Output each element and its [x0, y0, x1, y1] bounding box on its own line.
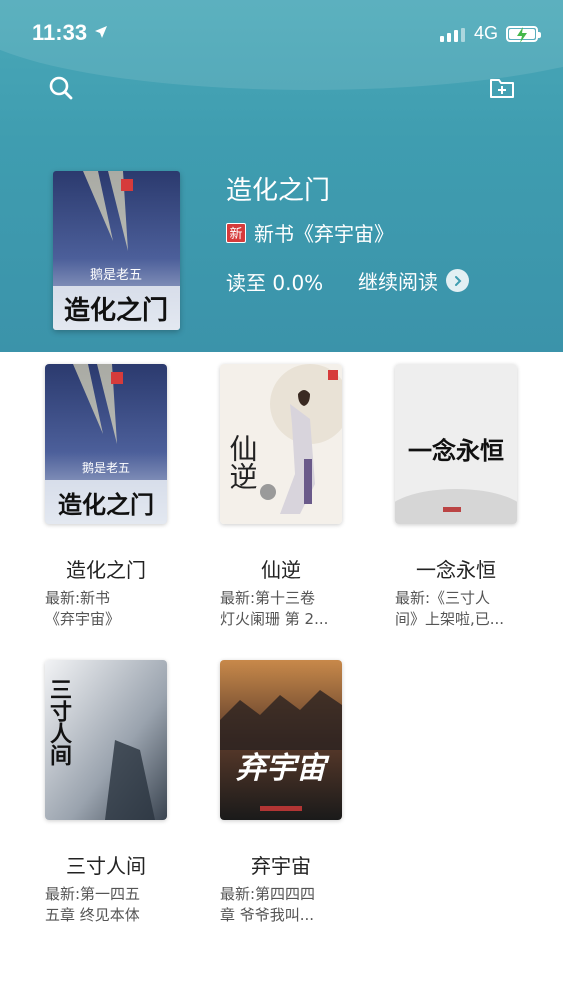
latest-line-1: 最新:新书 — [45, 589, 111, 607]
hero-cover-title: 造化之门 — [64, 295, 168, 326]
hero-book-cover[interactable]: 鹅是老五 造化之门 — [53, 171, 180, 330]
status-bar: 11:33 4G — [0, 0, 563, 66]
book-title: 造化之门 — [66, 558, 146, 582]
header: 11:33 4G 鹅是老五 造化之门 造化之门 新 新书《弃宇宙》 读至 0.0… — [0, 0, 563, 352]
battery-charging-icon — [506, 26, 541, 43]
book-latest: 最新:第四四四 章 爷爷我叫... — [220, 884, 342, 926]
book-cover[interactable]: 仙逆 — [220, 364, 342, 524]
cover-text: 造化之门 — [58, 490, 154, 519]
book-cover[interactable]: 鹅是老五 造化之门 — [45, 364, 167, 524]
latest-line-2: 灯火阑珊 第 2... — [220, 610, 329, 628]
latest-line-2: 章 爷爷我叫... — [220, 906, 315, 924]
new-book-text: 新书《弃宇宙》 — [254, 222, 394, 246]
cover-text: 一念永恒 — [408, 436, 504, 465]
book-title: 一念永恒 — [416, 558, 496, 582]
book-cover[interactable]: 弃宇宙 — [220, 660, 342, 820]
latest-line-1: 最新:《三寸人 — [395, 589, 491, 607]
new-badge: 新 — [226, 222, 246, 243]
latest-line-2: 《弃宇宙》 — [45, 610, 121, 628]
latest-line-1: 最新:第十三卷 — [220, 589, 316, 607]
book-title: 弃宇宙 — [251, 854, 311, 878]
continue-reading-button[interactable]: 继续阅读 — [358, 266, 469, 295]
book-cover[interactable]: 三寸人间 — [45, 660, 167, 820]
latest-line-2: 五章 终见本体 — [45, 906, 140, 924]
cover-text: 三寸人间 — [46, 678, 72, 767]
hero-cover-author: 鹅是老五 — [90, 267, 142, 283]
folder-add-icon — [490, 79, 514, 98]
status-time: 11:33 — [32, 20, 88, 45]
search-button[interactable] — [45, 72, 77, 104]
book-latest: 最新:新书 《弃宇宙》 — [45, 588, 167, 630]
continue-reading-label: 继续阅读 — [358, 270, 438, 294]
signal-icon — [440, 28, 465, 42]
hero-new-book[interactable]: 新 新书《弃宇宙》 — [226, 218, 394, 247]
latest-line-1: 最新:第四四四 — [220, 885, 316, 903]
reading-progress: 读至 0.0% — [226, 271, 324, 295]
network-type: 4G — [474, 23, 499, 43]
book-latest: 最新:《三寸人 间》上架啦,已... — [395, 588, 517, 630]
search-icon — [49, 76, 73, 100]
book-latest: 最新:第一四五 五章 终见本体 — [45, 884, 167, 926]
import-folder-button[interactable] — [486, 72, 518, 104]
cover-text: 弃宇宙 — [236, 751, 330, 786]
book-title: 仙逆 — [261, 558, 301, 582]
latest-line-2: 间》上架啦,已... — [395, 610, 505, 628]
chevron-right-icon — [446, 269, 469, 292]
location-arrow-icon — [94, 24, 108, 43]
cover-author: 鹅是老五 — [82, 461, 130, 475]
book-title: 三寸人间 — [66, 854, 146, 878]
book-latest: 最新:第十三卷 灯火阑珊 第 2... — [220, 588, 342, 630]
latest-line-1: 最新:第一四五 — [45, 885, 141, 903]
cover-text: 仙逆 — [226, 434, 259, 490]
book-cover[interactable]: 一念永恒 — [395, 364, 517, 524]
hero-book-title[interactable]: 造化之门 — [226, 170, 330, 207]
